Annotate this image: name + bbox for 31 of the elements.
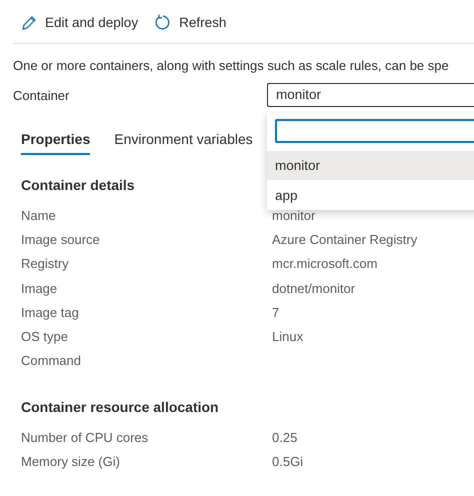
property-label: Name [21,208,57,223]
description-text: One or more containers, along with settings such as scale rules, can be spe [13,58,450,73]
edit-button[interactable]: Edit and deploy [21,14,138,30]
refresh-button[interactable]: Refresh [154,14,226,31]
property-label: Memory size (Gi) [21,454,121,470]
search-field[interactable] [275,119,474,143]
property-value: mcr.microsoft.com [272,256,378,272]
property-label: Registry [21,256,70,272]
property-value: Azure Container Registry [272,232,418,247]
property-value: monitor [272,208,316,223]
property-value: Linux [272,329,304,344]
dropdown-option[interactable]: monitor [267,151,474,180]
container-dropdown[interactable]: monitor [267,83,474,107]
property-value: 0.5Gi [272,454,304,470]
pencil-icon [21,14,37,30]
property-label: Number of CPU cores [21,430,150,445]
property-label: Image source [21,232,101,247]
section-title: Container resource allocation [21,399,220,416]
property-label: OS type [21,329,69,344]
property-label: Command [21,353,82,368]
refresh-icon [154,14,172,31]
dropdown-option[interactable]: app [267,181,474,210]
property-value: dotnet/monitor [272,280,356,296]
field-label: Container [13,88,70,102]
tab[interactable]: Properties [21,131,90,155]
property-label: Image tag [21,304,80,320]
tab[interactable]: Environment variables [114,131,253,155]
property-value: 0.25 [272,430,298,445]
property-label: Image [21,280,58,296]
property-value: 7 [272,304,280,320]
section-title: Container details [21,177,136,193]
